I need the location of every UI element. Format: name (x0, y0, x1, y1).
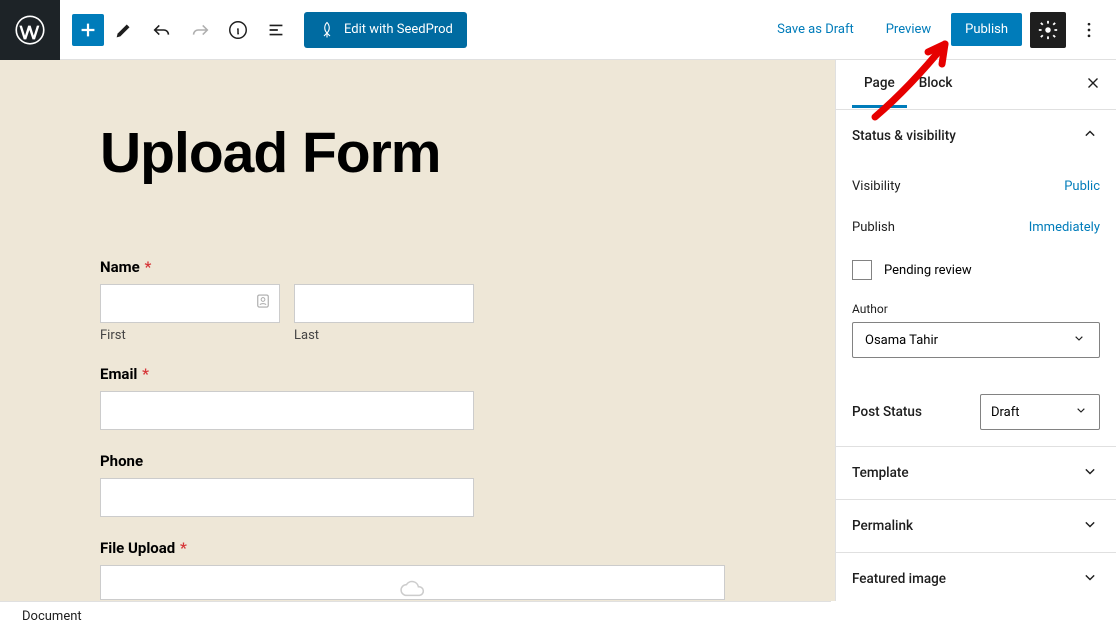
first-sublabel: First (100, 328, 280, 343)
preview-button[interactable]: Preview (874, 14, 943, 45)
outline-button[interactable] (258, 12, 294, 48)
email-input[interactable] (100, 391, 474, 430)
panel-featured-image: Featured image (836, 553, 1116, 601)
editor-canvas: Upload Form Name * First (0, 60, 835, 601)
edit-tool-button[interactable] (106, 12, 142, 48)
publish-label: Publish (852, 220, 895, 235)
toolbar-left: Edit with SeedProd (60, 12, 467, 48)
undo-button[interactable] (144, 12, 180, 48)
publish-value[interactable]: Immediately (1029, 220, 1100, 235)
panel-head-featured-image[interactable]: Featured image (836, 553, 1116, 601)
publish-button[interactable]: Publish (951, 13, 1022, 46)
required-marker: * (144, 258, 151, 276)
edit-seedprod-button[interactable]: Edit with SeedProd (304, 12, 467, 48)
panel-status-visibility: Status & visibility Visibility Public Pu… (836, 110, 1116, 447)
last-sublabel: Last (294, 328, 474, 343)
upload-label: File Upload (100, 539, 175, 557)
contact-card-icon (254, 292, 272, 314)
chevron-down-icon (1080, 514, 1100, 538)
author-select[interactable]: Osama Tahir (852, 322, 1100, 358)
panel-permalink: Permalink (836, 500, 1116, 553)
toolbar-right: Save as Draft Preview Publish (765, 12, 1116, 48)
featured-image-title: Featured image (852, 571, 946, 587)
more-options-button[interactable] (1074, 12, 1104, 48)
chevron-down-icon (1071, 330, 1087, 350)
first-name-input[interactable] (100, 284, 280, 323)
form-field-phone: Phone (100, 452, 735, 517)
add-block-button[interactable] (72, 14, 104, 46)
settings-button[interactable] (1030, 12, 1066, 48)
panel-head-status[interactable]: Status & visibility (836, 110, 1116, 162)
phone-label: Phone (100, 452, 735, 470)
breadcrumb[interactable]: Document (22, 609, 82, 624)
chevron-up-icon (1080, 124, 1100, 148)
name-label: Name (100, 258, 140, 276)
page-title[interactable]: Upload Form (100, 120, 735, 186)
save-draft-button[interactable]: Save as Draft (765, 14, 866, 45)
author-value: Osama Tahir (865, 333, 938, 348)
close-sidebar-button[interactable] (1084, 74, 1102, 96)
tab-block[interactable]: Block (907, 61, 965, 108)
permalink-title: Permalink (852, 518, 913, 534)
required-marker: * (180, 539, 187, 557)
chevron-down-icon (1073, 402, 1089, 422)
template-title: Template (852, 465, 909, 481)
status-panel-title: Status & visibility (852, 128, 956, 144)
panel-template: Template (836, 447, 1116, 500)
chevron-down-icon (1080, 461, 1100, 485)
editor-footer: Document (0, 601, 831, 631)
author-label: Author (852, 302, 1100, 316)
file-upload-dropzone[interactable] (100, 565, 725, 600)
sidebar-tabs: Page Block (836, 60, 1116, 110)
visibility-value[interactable]: Public (1064, 179, 1100, 194)
panel-head-permalink[interactable]: Permalink (836, 500, 1116, 552)
chevron-down-icon (1080, 567, 1100, 591)
phone-input[interactable] (100, 478, 474, 517)
redo-button[interactable] (182, 12, 218, 48)
post-status-select[interactable]: Draft (980, 394, 1100, 430)
wordpress-logo[interactable] (0, 0, 60, 60)
panel-head-template[interactable]: Template (836, 447, 1116, 499)
post-status-label: Post Status (852, 404, 922, 420)
pending-review-checkbox[interactable] (852, 260, 872, 280)
tab-page[interactable]: Page (852, 61, 907, 108)
visibility-label: Visibility (852, 179, 901, 194)
email-label: Email (100, 365, 137, 383)
form-field-upload: File Upload * (100, 539, 735, 600)
required-marker: * (142, 365, 149, 383)
top-toolbar: Edit with SeedProd Save as Draft Preview… (0, 0, 1116, 60)
form-field-name: Name * First Last (100, 258, 735, 343)
post-status-value: Draft (991, 405, 1020, 420)
settings-sidebar: Page Block Status & visibility Visibilit… (835, 60, 1116, 601)
upload-icon (400, 580, 426, 600)
last-name-input[interactable] (294, 284, 474, 323)
pending-review-label: Pending review (884, 263, 972, 278)
seedprod-label: Edit with SeedProd (344, 22, 453, 37)
info-button[interactable] (220, 12, 256, 48)
form-field-email: Email * (100, 365, 735, 430)
